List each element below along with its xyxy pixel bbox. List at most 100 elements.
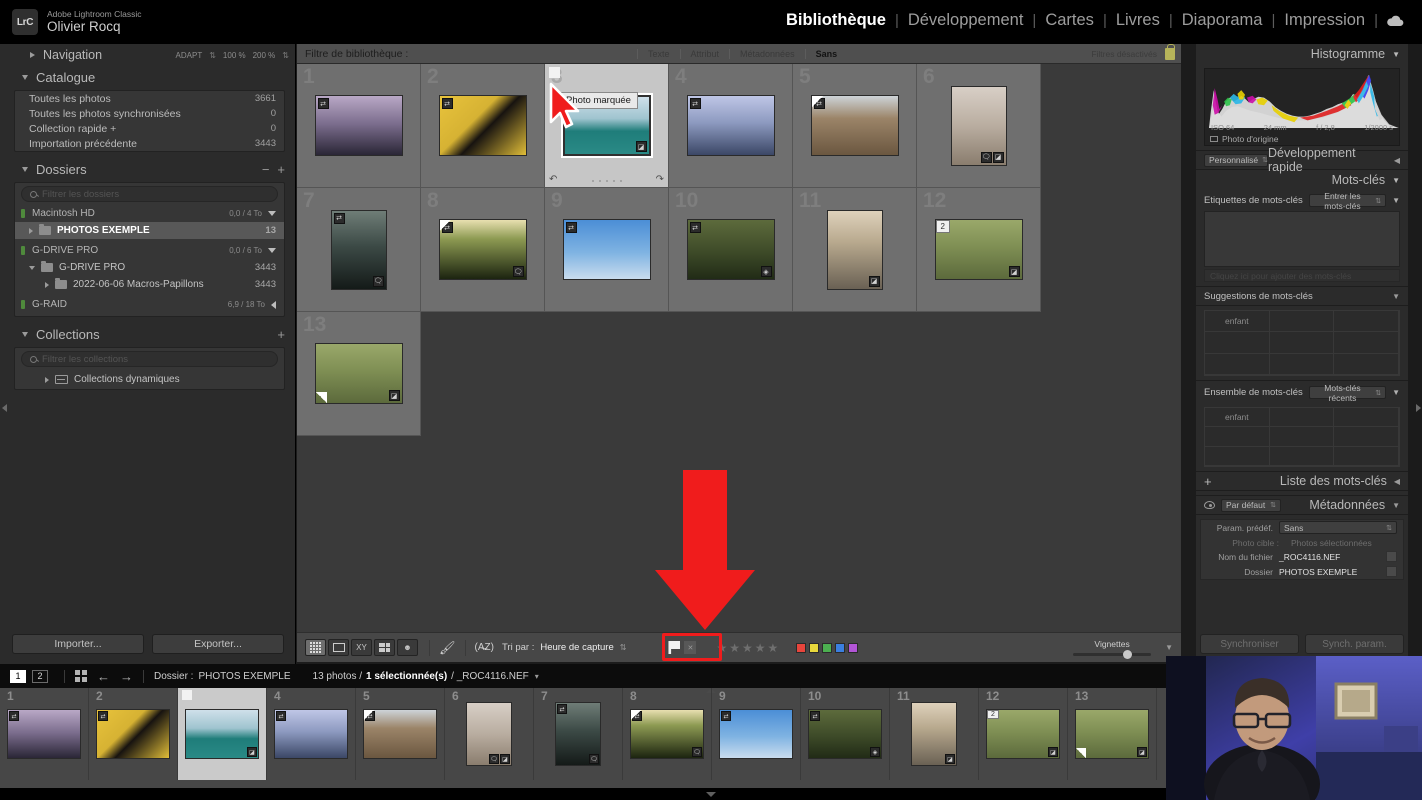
chevron-right-icon[interactable]	[29, 227, 33, 234]
keyword-set-cell[interactable]	[1334, 446, 1399, 466]
grid-thumbnail[interactable]: ⇄	[314, 95, 403, 156]
grid-cell[interactable]: 9 ⇄	[545, 188, 669, 312]
lock-icon[interactable]	[1165, 43, 1175, 60]
keyword-suggestion-cell[interactable]	[1334, 353, 1399, 375]
color-label-swatch[interactable]	[835, 642, 846, 653]
grid-thumbnail[interactable]: ◪ 2	[934, 219, 1023, 280]
filmstrip-cell[interactable]: 11 ◪	[890, 688, 979, 780]
filter-tab-attribut[interactable]: Attribut	[679, 48, 730, 59]
filmstrip-thumbnail[interactable]: ⇄	[7, 709, 81, 759]
sort-value[interactable]: Heure de capture	[540, 642, 613, 653]
filmstrip-thumbnail[interactable]: ⇄	[719, 709, 793, 759]
star-icon[interactable]: ★	[742, 641, 753, 655]
nav-fit-stepper[interactable]: ⇅	[209, 51, 216, 60]
filmstrip-cell[interactable]: 12 ◪ 2	[979, 688, 1068, 780]
keyword-list-header[interactable]: + Liste des mots-clés ◀	[1196, 471, 1408, 491]
back-arrow-icon[interactable]: ←	[97, 669, 110, 684]
library-filter-bar[interactable]: Filtre de bibliothèque : Texte Attribut …	[297, 43, 1181, 64]
chevron-down-icon[interactable]: ▼	[1392, 292, 1400, 301]
filmstrip-thumbnail[interactable]: ⇄🗨	[555, 702, 601, 766]
keyword-suggestion-cell[interactable]	[1334, 311, 1399, 333]
filter-tab-texte[interactable]: Texte	[637, 48, 680, 59]
nav-fit-label[interactable]: ADAPT	[176, 51, 203, 60]
filmstrip-thumbnail[interactable]: ◪	[911, 702, 957, 766]
smart-preview-badge-icon[interactable]: ⇄	[689, 222, 701, 233]
grid-thumbnail[interactable]: ⇄🗨	[438, 219, 527, 280]
module-cartes[interactable]: Cartes	[1036, 11, 1103, 30]
smart-preview-badge-icon[interactable]: ⇄	[9, 711, 19, 721]
keyword-set-select[interactable]: Mots-clés récents ⇅	[1308, 383, 1387, 403]
grid-toolbar[interactable]: XY ☻ 🖌 (A̶Z) Tri par : Heure de capture …	[297, 632, 1181, 662]
develop-badge-icon[interactable]: ◪	[868, 275, 880, 287]
thumbnail-size-slider[interactable]	[1073, 649, 1152, 659]
grid-thumbnail[interactable]: ⇄	[686, 95, 775, 156]
smart-preview-badge-icon[interactable]: ⇄	[557, 704, 567, 714]
spray-can-icon[interactable]: 🖌	[439, 640, 456, 656]
chevron-left-icon[interactable]: ◀	[1394, 477, 1400, 486]
filmstrip-cell[interactable]: 2 ⇄	[89, 688, 178, 780]
metadata-view-select[interactable]: Par défaut ⇅	[1221, 498, 1281, 512]
chevron-down-icon[interactable]: ▼	[1392, 50, 1400, 59]
chevron-down-icon[interactable]: ▼	[1392, 388, 1400, 397]
filmstrip-cell[interactable]: 7 ⇄ 🗨	[534, 688, 623, 780]
metadata-preset-select[interactable]: Sans ⇅	[1279, 521, 1397, 534]
grid-cell[interactable]: 13 ◪	[297, 312, 421, 436]
survey-view-icon[interactable]	[374, 639, 395, 656]
nav-zoom-200[interactable]: 200 %	[253, 51, 276, 60]
sort-stepper-icon[interactable]: ⇅	[620, 643, 627, 652]
grid-thumbnail[interactable]: ⇄🗨	[330, 209, 387, 290]
filmstrip-grid-icon[interactable]	[75, 670, 87, 682]
stepper-icon[interactable]: ⇅	[1266, 501, 1276, 509]
keyword-set-cell[interactable]	[1269, 408, 1335, 428]
module-livres[interactable]: Livres	[1107, 11, 1169, 30]
compare-view-icon[interactable]: XY	[351, 639, 372, 656]
chevron-down-icon[interactable]	[268, 248, 276, 253]
grid-cell[interactable]: 12 ◪ 2	[917, 188, 1041, 312]
keyword-set-cell[interactable]	[1269, 446, 1335, 466]
color-label-swatch[interactable]	[809, 642, 820, 653]
collections-header[interactable]: Collections +	[0, 323, 295, 345]
metadata-header[interactable]: Par défaut ⇅ Métadonnées ▼	[1196, 495, 1408, 515]
filmstrip-cell[interactable]: 3◪	[178, 688, 267, 780]
color-label-swatch[interactable]	[796, 642, 807, 653]
catalogue-row[interactable]: Importation précédente 3443	[15, 136, 284, 151]
star-icon[interactable]: ★	[729, 641, 740, 655]
left-panel-collapse-handle[interactable]	[0, 396, 8, 420]
color-label-swatch[interactable]	[848, 642, 859, 653]
grid-cell[interactable]: 5⇄	[793, 64, 917, 188]
navigator-zoom-controls[interactable]: ADAPT ⇅ 100 % 200 % ⇅	[176, 51, 289, 60]
folder-macros-papillons[interactable]: 2022-06-06 Macros-Papillons 3443	[15, 276, 284, 293]
comment-badge-icon[interactable]: 🗨	[372, 275, 384, 287]
filmstrip-thumbnail[interactable]: ⇄	[96, 709, 170, 759]
filmstrip-thumbnail[interactable]: ⇄	[363, 709, 437, 759]
folder-photos-exemple[interactable]: PHOTOS EXEMPLE 13	[15, 222, 284, 239]
smart-preview-badge-icon[interactable]: ⇄	[721, 711, 731, 721]
histogram-panel[interactable]: ISO 64 24 mm f / 2,8 1/2000 s Photo d'or…	[1204, 68, 1400, 146]
collection-badge-icon[interactable]: ◈	[870, 747, 880, 757]
metadata-folder-row[interactable]: Dossier PHOTOS EXEMPLE	[1201, 564, 1403, 579]
chevron-down-icon[interactable]	[268, 211, 276, 216]
smart-preview-badge-icon[interactable]: ⇄	[565, 222, 577, 233]
folders-header[interactable]: Dossiers − +	[0, 158, 295, 180]
filmstrip-thumbnail[interactable]: ◪ 🗨	[466, 702, 512, 766]
filmstrip-cell[interactable]: 5⇄	[356, 688, 445, 780]
keyword-suggestion-cell[interactable]	[1205, 353, 1270, 375]
checkbox-icon[interactable]	[1210, 136, 1218, 142]
cloud-icon[interactable]	[1378, 15, 1414, 27]
chevron-down-icon[interactable]: ▼	[1392, 176, 1400, 185]
rotate-right-icon[interactable]: ↷	[656, 174, 664, 185]
stepper-icon[interactable]: ⇅	[1382, 524, 1392, 532]
filter-tab-metadonnees[interactable]: Métadonnées	[729, 48, 805, 59]
module-diaporama[interactable]: Diaporama	[1173, 11, 1272, 30]
chevron-left-icon[interactable]	[271, 300, 276, 309]
catalogue-header[interactable]: Catalogue	[0, 66, 295, 88]
module-picker[interactable]: Bibliothèque | Développement | Cartes | …	[777, 11, 1414, 30]
chevron-right-icon[interactable]	[45, 281, 49, 288]
grid-cell[interactable]: 4 ⇄	[669, 64, 793, 188]
volume-macintosh-hd[interactable]: Macintosh HD 0,0 / 4 To	[15, 205, 284, 222]
filmstrip-thumbnail[interactable]: ◪	[185, 709, 259, 759]
module-impression[interactable]: Impression	[1275, 11, 1374, 30]
keyword-set-grid[interactable]: enfant	[1204, 407, 1400, 467]
grid-thumbnail[interactable]: ⇄	[562, 219, 651, 280]
develop-badge-icon[interactable]: ◪	[635, 141, 647, 152]
